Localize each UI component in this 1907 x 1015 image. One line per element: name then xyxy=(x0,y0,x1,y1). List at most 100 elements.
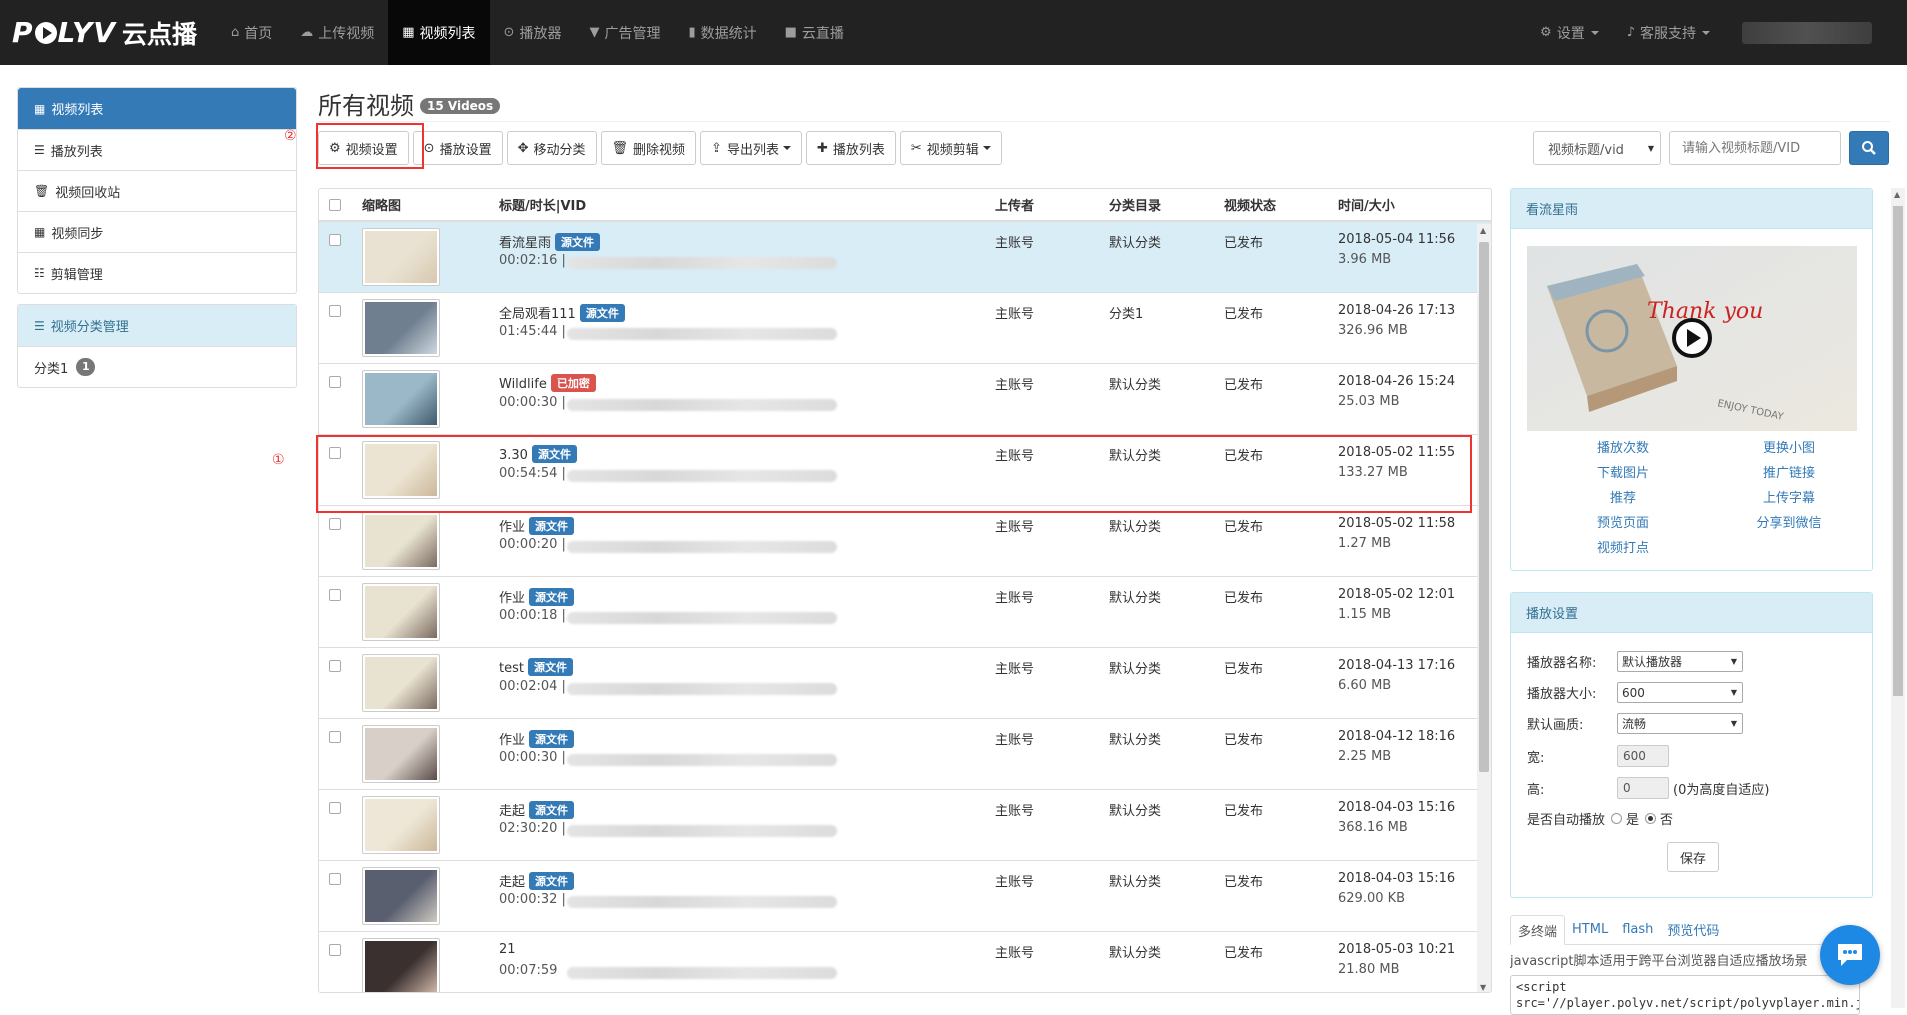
height-field[interactable]: 0 xyxy=(1617,777,1669,799)
scrollbar-thumb[interactable] xyxy=(1893,206,1903,696)
video-thumbnail[interactable] xyxy=(362,867,440,925)
search-input[interactable] xyxy=(1669,131,1841,165)
preview-link[interactable]: 播放次数 xyxy=(1597,437,1649,456)
move-category-button[interactable]: ✥ 移动分类 xyxy=(506,131,597,165)
video-thumbnail[interactable] xyxy=(362,512,440,570)
nav-live[interactable]: ■ 云直播 xyxy=(771,0,858,65)
video-thumbnail[interactable] xyxy=(362,583,440,641)
preview-link[interactable]: 更换小图 xyxy=(1763,437,1815,456)
delete-video-button[interactable]: 🗑 删除视频 xyxy=(600,131,697,165)
row-checkbox[interactable] xyxy=(329,376,341,388)
row-checkbox[interactable] xyxy=(329,518,341,530)
scroll-up-icon[interactable]: ▲ xyxy=(1894,190,1900,199)
preview-link[interactable]: 视频打点 xyxy=(1597,537,1649,556)
row-checkbox[interactable] xyxy=(329,234,341,246)
video-title[interactable]: 走起 xyxy=(499,875,525,890)
scroll-up-icon[interactable]: ▲ xyxy=(1480,226,1486,235)
table-row[interactable]: 走起 源文件 00:00:32 | 主账号 默认分类 已发布 2018-04-03 15:1… xyxy=(319,861,1491,932)
video-thumbnail[interactable] xyxy=(362,654,440,712)
tab-preview-code[interactable]: 预览代码 xyxy=(1660,915,1726,944)
nav-ads[interactable]: ▼ 广告管理 xyxy=(575,0,674,65)
video-title[interactable]: 全局观看111 xyxy=(499,307,576,322)
embed-code-textarea[interactable]: <script src='//player.polyv.net/script/po… xyxy=(1510,975,1860,1015)
table-row[interactable]: 看流星雨 源文件 00:02:16 | 主账号 默认分类 已发布 2018-05-04 11… xyxy=(319,222,1491,293)
video-preview-player[interactable]: Thank you ENJOY TODAY xyxy=(1527,246,1857,431)
video-title[interactable]: 走起 xyxy=(499,804,525,819)
preview-link[interactable]: 推荐 xyxy=(1610,487,1636,506)
sidebar-item-playlist[interactable]: ☰ 播放列表 xyxy=(18,129,296,170)
play-settings-button[interactable]: ⊙ 播放设置 xyxy=(412,131,503,165)
preview-link[interactable]: 下载图片 xyxy=(1597,462,1649,481)
table-row[interactable]: 走起 源文件 02:30:20 | 主账号 默认分类 已发布 2018-04-03 15:1… xyxy=(319,790,1491,861)
video-thumbnail[interactable] xyxy=(362,370,440,428)
nav-home[interactable]: ⌂ 首页 xyxy=(217,0,286,65)
table-row[interactable]: 作业 源文件 00:00:20 | 主账号 默认分类 已发布 2018-05-02 11:5… xyxy=(319,506,1491,577)
player-name-select[interactable]: 默认播放器 xyxy=(1617,651,1743,672)
tab-html[interactable]: HTML xyxy=(1565,915,1615,944)
search-button[interactable] xyxy=(1849,131,1889,165)
table-row[interactable]: 作业 源文件 00:00:30 | 主账号 默认分类 已发布 2018-04-12 18:1… xyxy=(319,719,1491,790)
video-thumbnail[interactable] xyxy=(362,796,440,854)
width-field[interactable]: 600 xyxy=(1617,745,1669,767)
nav-player[interactable]: ⊙ 播放器 xyxy=(490,0,576,65)
tab-flash[interactable]: flash xyxy=(1615,915,1660,944)
video-title[interactable]: 作业 xyxy=(499,520,525,535)
video-title[interactable]: 作业 xyxy=(499,733,525,748)
tab-multi-terminal[interactable]: 多终端 xyxy=(1510,915,1566,945)
row-checkbox[interactable] xyxy=(329,660,341,672)
video-title[interactable]: test xyxy=(499,661,524,676)
sidebar-item-video-sync[interactable]: ▦ 视频同步 xyxy=(18,211,296,252)
row-checkbox[interactable] xyxy=(329,731,341,743)
preview-link[interactable]: 推广链接 xyxy=(1763,462,1815,481)
sidebar-item-video-list[interactable]: ▦ 视频列表 xyxy=(18,88,296,129)
autoplay-no-radio[interactable] xyxy=(1645,813,1657,824)
player-size-select[interactable]: 600 xyxy=(1617,682,1743,703)
select-all-checkbox[interactable] xyxy=(329,199,341,211)
table-row[interactable]: test 源文件 00:02:04 | 主账号 默认分类 已发布 2018-04-13 17… xyxy=(319,648,1491,719)
preview-link[interactable]: 上传字幕 xyxy=(1763,487,1815,506)
nav-stats[interactable]: ▮ 数据统计 xyxy=(674,0,770,65)
row-checkbox[interactable] xyxy=(329,873,341,885)
video-thumbnail[interactable] xyxy=(362,938,440,992)
export-list-dropdown[interactable]: ⇪ 导出列表 xyxy=(700,131,802,165)
nav-upload[interactable]: ☁ 上传视频 xyxy=(286,0,388,65)
preview-link[interactable]: 预览页面 xyxy=(1597,512,1649,531)
nav-support-dropdown[interactable]: ♪ 客服支持 xyxy=(1613,0,1724,65)
table-scrollbar[interactable]: ▲ ▼ xyxy=(1477,224,1491,992)
sidebar-item-category-management[interactable]: ☰ 视频分类管理 xyxy=(18,305,296,346)
nav-settings-dropdown[interactable]: ⚙ 设置 xyxy=(1526,0,1613,65)
sidebar-item-edit-management[interactable]: ☷ 剪辑管理 xyxy=(18,252,296,293)
video-edit-dropdown[interactable]: ✂ 视频剪辑 xyxy=(899,131,1002,165)
video-title[interactable]: 作业 xyxy=(499,591,525,606)
quality-select[interactable]: 流畅 xyxy=(1617,713,1743,734)
video-thumbnail[interactable] xyxy=(362,725,440,783)
brand-logo[interactable]: P LYV 云点播 xyxy=(12,0,197,65)
table-row[interactable]: 21 00:07:59 主账号 默认分类 已发布 2018-05-03 10:21 21.8… xyxy=(319,932,1491,992)
preview-link[interactable]: 分享到微信 xyxy=(1757,512,1822,531)
scrollbar-thumb[interactable] xyxy=(1479,242,1489,772)
table-row[interactable]: Wildlife 已加密 00:00:30 | 主账号 默认分类 已发布 2018-04-2… xyxy=(319,364,1491,435)
sidebar-item-recycle-bin[interactable]: 🗑 视频回收站 xyxy=(18,170,296,211)
video-title[interactable]: 21 xyxy=(499,942,516,957)
row-checkbox[interactable] xyxy=(329,305,341,317)
autoplay-yes-radio[interactable] xyxy=(1611,813,1623,824)
row-checkbox[interactable] xyxy=(329,944,341,956)
user-account-blurred[interactable] xyxy=(1742,21,1872,44)
video-title[interactable]: Wildlife xyxy=(499,377,547,392)
video-thumbnail[interactable] xyxy=(362,299,440,357)
video-title-cell: test 源文件 xyxy=(499,658,573,676)
save-button[interactable]: 保存 xyxy=(1667,842,1720,872)
row-checkbox[interactable] xyxy=(329,589,341,601)
table-row[interactable]: 作业 源文件 00:00:18 | 主账号 默认分类 已发布 2018-05-02 12:0… xyxy=(319,577,1491,648)
sidebar-item-category-1[interactable]: 分类1 1 xyxy=(18,346,296,387)
video-thumbnail[interactable] xyxy=(362,228,440,286)
row-checkbox[interactable] xyxy=(329,802,341,814)
chat-support-button[interactable] xyxy=(1820,925,1880,985)
page-scrollbar[interactable]: ▲ xyxy=(1891,188,1905,1008)
table-row[interactable]: 全局观看111 源文件 01:45:44 | 主账号 分类1 已发布 2018-04-26 … xyxy=(319,293,1491,364)
scroll-down-icon[interactable]: ▼ xyxy=(1480,983,1486,992)
search-type-select[interactable]: 视频标题/vid xyxy=(1533,131,1661,165)
nav-video-list[interactable]: ▦ 视频列表 xyxy=(388,0,490,65)
playlist-button[interactable]: ✚ 播放列表 xyxy=(805,131,896,165)
video-title[interactable]: 看流星雨 xyxy=(499,236,551,251)
